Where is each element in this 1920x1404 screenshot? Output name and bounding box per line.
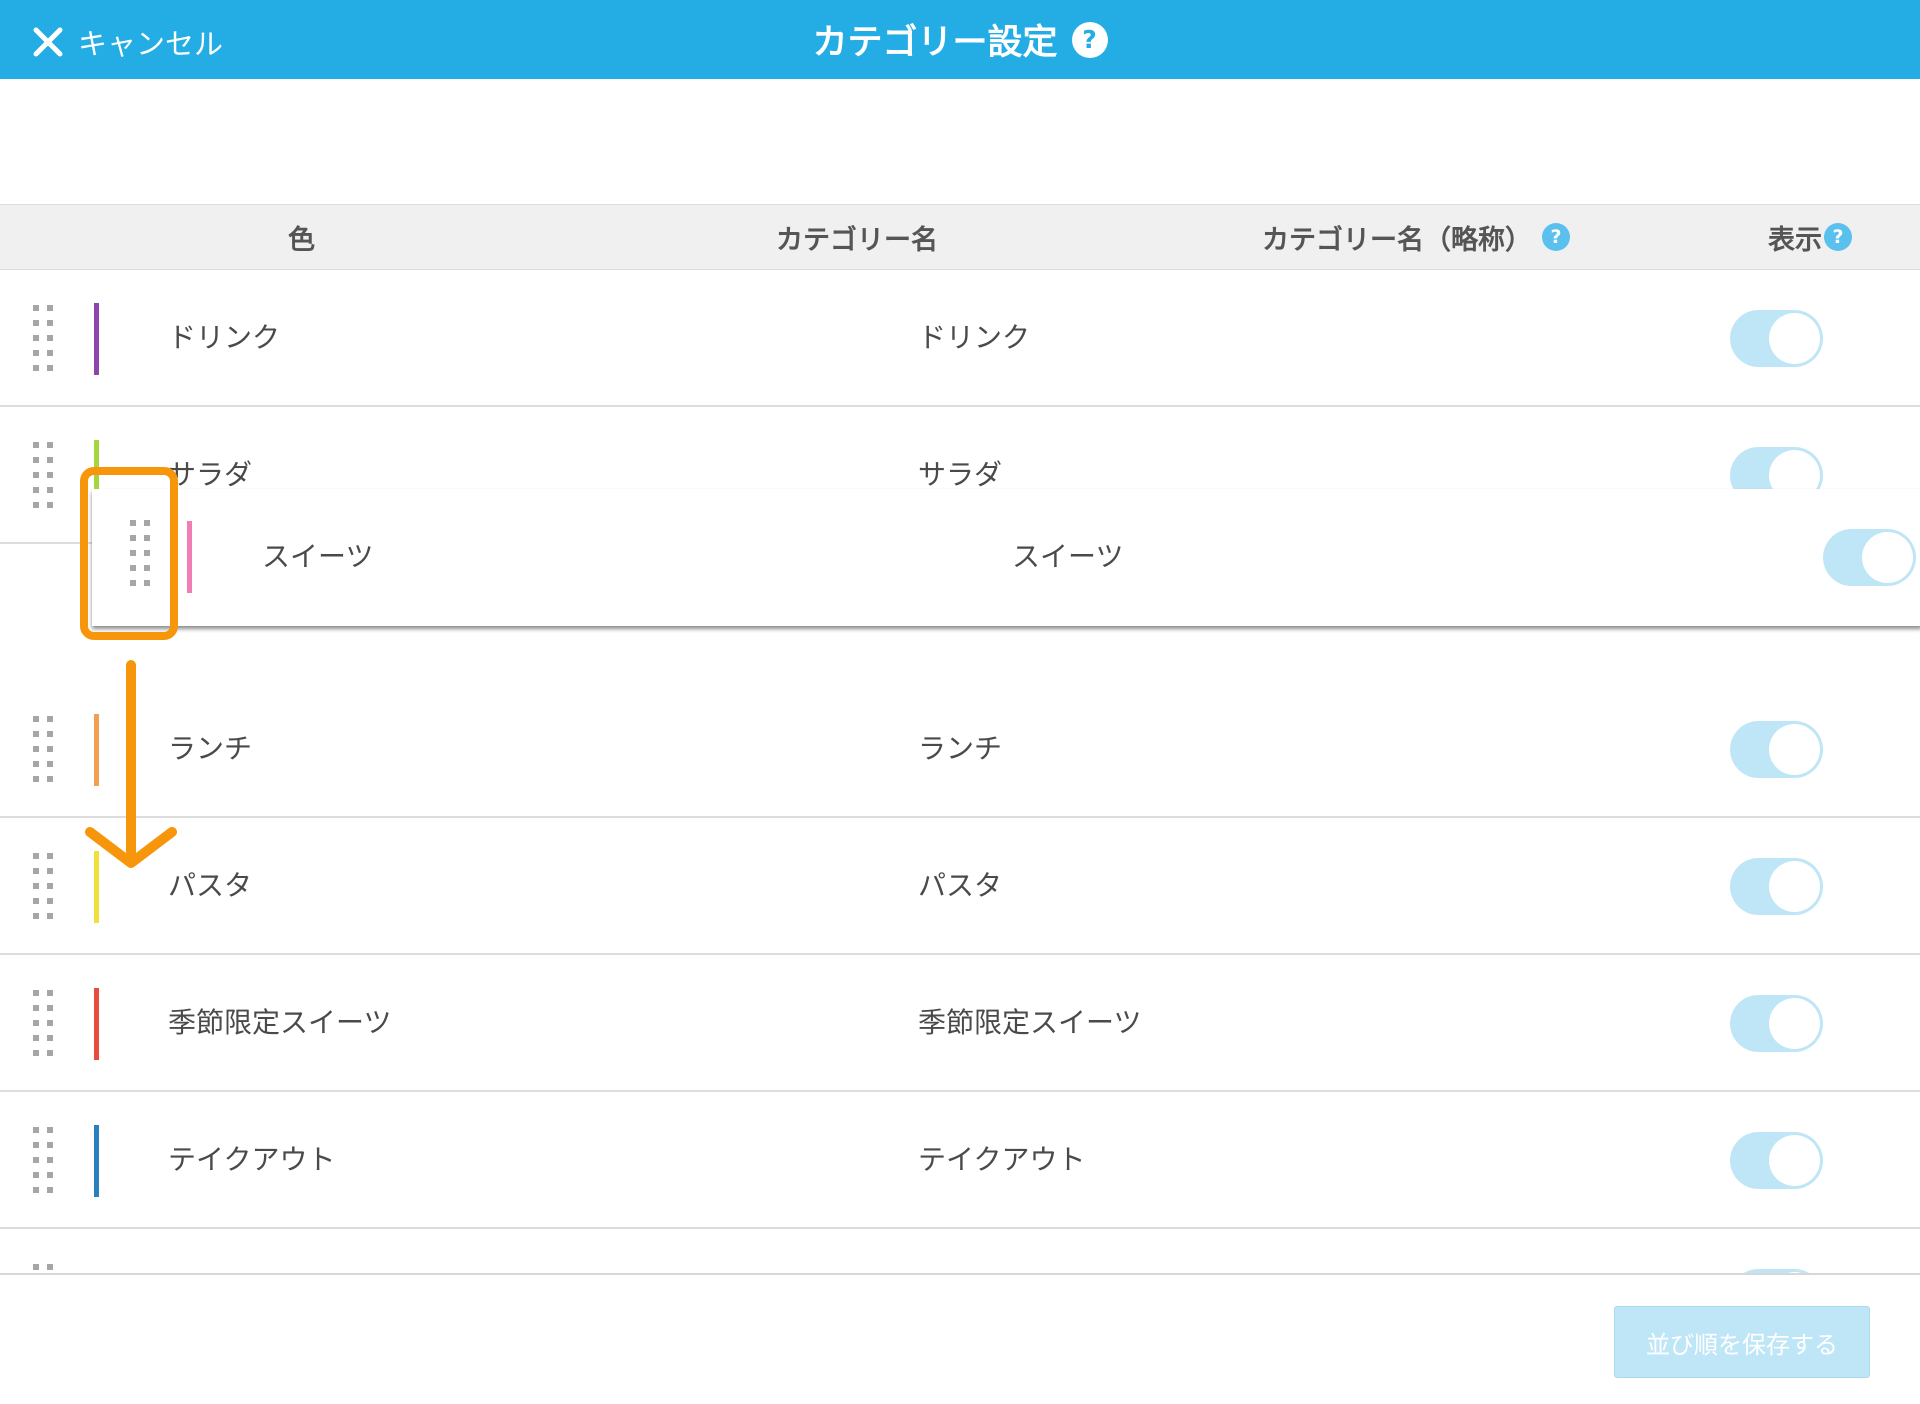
visibility-toggle[interactable] [1823,529,1916,586]
drag-handle-icon[interactable] [33,442,55,512]
category-color-bar [94,303,99,375]
column-header-name: カテゴリー名 [776,224,938,256]
footer-bar: 並び順を保存する [0,1273,1920,1404]
category-row: ランチ ランチ [0,681,1920,818]
save-order-button[interactable]: 並び順を保存する [1614,1306,1870,1378]
category-short-name: スイーツ [1012,540,1124,573]
category-row: パスタ パスタ [0,818,1920,955]
page-title: カテゴリー設定 [812,23,1058,63]
column-header-short-name: カテゴリー名（略称） ? [1262,205,1570,269]
category-row: テイクアウト テイクアウト [0,1092,1920,1229]
toggle-knob [1769,313,1820,364]
category-short-name: テイクアウト [918,1143,1086,1176]
toggle-knob [1862,532,1913,583]
category-name: スイーツ [262,540,374,573]
category-short-name: ドリンク [918,321,1031,354]
category-row: 季節限定スイーツ 季節限定スイーツ [0,955,1920,1092]
category-name: テイクアウト [168,1143,336,1176]
help-icon[interactable]: ? [1071,21,1108,58]
title-area: カテゴリー設定 ? [0,0,1920,79]
category-name: ドリンク [168,321,281,354]
visibility-toggle[interactable] [1730,858,1823,915]
category-name: 季節限定スイーツ [168,1006,392,1039]
category-name: サラダ [168,458,253,491]
drag-handle-icon[interactable] [33,305,55,375]
category-short-name: サラダ [918,458,1003,491]
visibility-toggle[interactable] [1730,721,1823,778]
visible-help-icon[interactable]: ? [1824,223,1852,251]
category-name: ランチ [168,732,253,765]
down-arrow-icon [85,660,177,868]
column-header-visible: 表示 ? [1768,205,1852,269]
short-name-help-icon[interactable]: ? [1542,223,1570,251]
drag-handle-icon[interactable] [33,1127,55,1197]
toggle-knob [1769,724,1820,775]
category-color-bar [187,521,192,593]
visibility-toggle[interactable] [1730,310,1823,367]
category-row: ドリンク ドリンク [0,270,1920,407]
category-color-bar [94,988,99,1060]
drag-handle-icon[interactable] [33,853,55,923]
category-short-name: パスタ [918,869,1003,902]
visibility-toggle[interactable] [1730,995,1823,1052]
toggle-knob [1769,1135,1820,1186]
category-short-name: 季節限定スイーツ [918,1006,1142,1039]
toggle-knob [1769,998,1820,1049]
app-header: キャンセル カテゴリー設定 ? [0,0,1920,79]
column-header-color: 色 [288,224,315,256]
category-name: パスタ [168,869,253,902]
toggle-knob [1769,861,1820,912]
category-short-name: ランチ [918,732,1003,765]
highlight-box [80,467,178,640]
drag-handle-icon[interactable] [33,990,55,1060]
dragging-row[interactable]: スイーツ スイーツ [92,489,1920,626]
category-color-bar [94,1125,99,1197]
table-header: 色 カテゴリー名 カテゴリー名（略称） ? 表示 ? [0,204,1920,270]
drag-handle-icon[interactable] [33,716,55,786]
visibility-toggle[interactable] [1730,1132,1823,1189]
